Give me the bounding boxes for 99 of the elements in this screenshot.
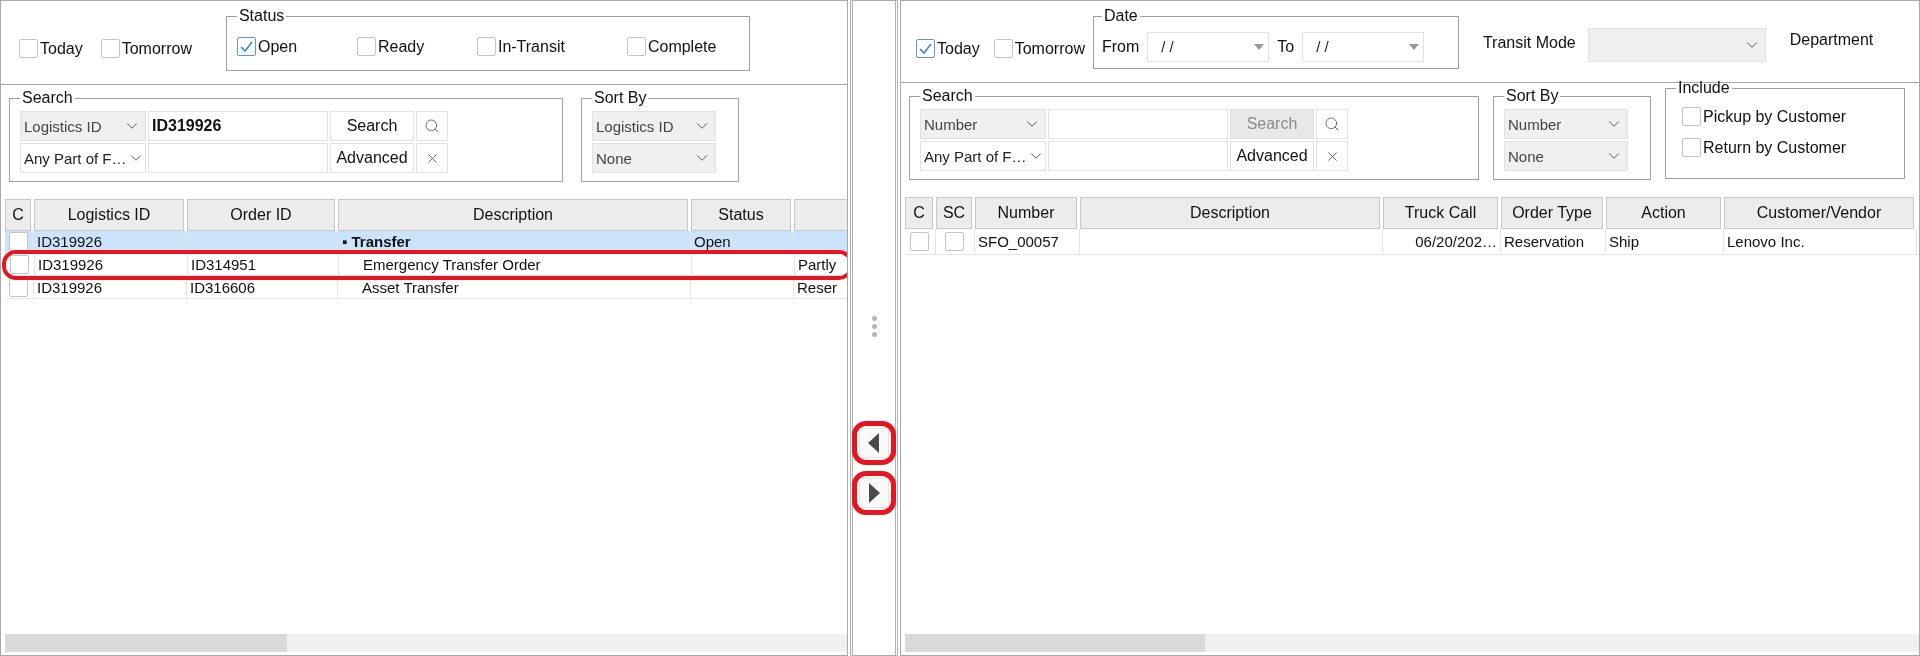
checkbox[interactable] — [626, 37, 646, 56]
checkbox[interactable] — [100, 39, 120, 58]
checkbox[interactable] — [8, 232, 28, 251]
checkbox-label: Ready — [377, 37, 425, 56]
table-row[interactable]: SFO_00057 06/20/202… Reservation Ship Lenovo Inc. — [905, 229, 1919, 255]
move-left-button[interactable] — [859, 428, 889, 458]
table-cell: ID314951 — [191, 256, 257, 273]
column-header[interactable]: Customer/Vendor — [1724, 197, 1914, 229]
table-cell: ID319926 — [38, 256, 104, 273]
checkbox-label: In-Transit — [497, 37, 565, 56]
group-title: Date — [1102, 7, 1139, 25]
splitter-grip-icon[interactable] — [871, 316, 877, 337]
table-cell: ID316606 — [190, 279, 256, 296]
field-label: From — [1101, 37, 1140, 56]
column-header[interactable]: Action — [1606, 197, 1721, 229]
checkbox[interactable] — [236, 37, 256, 56]
table-cell: ID319926 — [37, 279, 103, 296]
search-field[interactable]: ID319926 — [148, 111, 328, 141]
checkbox-label: Pickup by Customer — [1703, 107, 1847, 126]
move-right-button[interactable] — [859, 478, 889, 508]
advanced-button[interactable]: Advanced — [1230, 141, 1314, 171]
advanced-button[interactable]: Advanced — [330, 143, 414, 173]
table-cell: Lenovo Inc. — [1727, 233, 1805, 250]
group-title: Sort By — [1505, 87, 1560, 105]
checkbox[interactable] — [476, 37, 496, 56]
dropdown[interactable]: Any Part of F… — [920, 141, 1046, 171]
scrollbar[interactable] — [905, 634, 1919, 652]
checkbox[interactable] — [356, 37, 376, 56]
column-header[interactable]: C — [5, 199, 31, 231]
search-field[interactable] — [1048, 109, 1228, 139]
checkbox-label: Tomorrow — [1014, 39, 1085, 58]
search-button[interactable]: Search — [330, 111, 414, 141]
table-row[interactable]: ID319926 ▪ Transfer Open — [5, 231, 847, 253]
dropdown[interactable]: Logistics ID — [592, 111, 716, 141]
column-header[interactable]: Order ID — [187, 199, 335, 231]
table-cell: Open — [694, 233, 731, 250]
table-cell: Asset Transfer — [362, 279, 459, 296]
date-field[interactable]: / / — [1147, 31, 1270, 62]
group-title: Search — [21, 89, 74, 107]
checkbox[interactable] — [909, 232, 929, 251]
dropdown[interactable]: Any Part of F… — [20, 143, 146, 173]
dropdown[interactable]: None — [592, 143, 716, 173]
checkbox[interactable] — [944, 232, 964, 251]
table-row[interactable]: ID319926 ID314951 Emergency Transfer Order Partly — [6, 254, 847, 276]
table-cell: SFO_00057 — [978, 233, 1059, 250]
group-title: Status — [237, 7, 286, 25]
triangle-left-icon — [868, 433, 880, 453]
dropdown[interactable] — [1587, 28, 1766, 62]
checkbox[interactable] — [1682, 138, 1701, 157]
search-icon[interactable] — [1316, 109, 1348, 139]
table-cell: Reservation — [1504, 233, 1585, 250]
group-title: Include — [1677, 79, 1731, 97]
column-header[interactable]: Order Type — [1501, 197, 1603, 229]
scrollbar[interactable] — [5, 634, 847, 652]
checkbox[interactable] — [1682, 107, 1701, 126]
checkbox-label: Return by Customer — [1703, 138, 1847, 157]
column-header[interactable]: SC — [936, 197, 972, 229]
search-icon[interactable] — [416, 111, 448, 141]
column-header[interactable]: Truck Call — [1383, 197, 1498, 229]
text-field[interactable] — [1048, 141, 1228, 171]
dropdown[interactable]: Number — [1504, 109, 1628, 139]
checkbox-label: Tomorrow — [121, 39, 192, 58]
table-cell: Partly — [798, 256, 837, 273]
checkbox-label: Today — [40, 39, 83, 58]
checkbox[interactable] — [8, 278, 28, 297]
caret-icon — [1254, 43, 1265, 50]
checkbox[interactable] — [916, 39, 935, 58]
dropdown[interactable]: Logistics ID — [20, 111, 146, 141]
table-cell: Ship — [1609, 233, 1640, 250]
field-label: To — [1277, 37, 1295, 56]
table-cell: 06/20/202… — [1415, 233, 1497, 250]
group-title: Search — [921, 87, 974, 105]
table-cell: Reser — [797, 279, 837, 296]
date-field[interactable]: / / — [1302, 31, 1425, 62]
checkbox-label: Open — [257, 37, 298, 56]
clear-icon[interactable] — [416, 143, 448, 173]
clear-icon[interactable] — [1316, 141, 1348, 171]
dropdown[interactable]: None — [1504, 141, 1628, 171]
group-title: Sort By — [593, 89, 648, 107]
checkbox[interactable] — [9, 255, 29, 274]
field-label: Department — [1789, 31, 1874, 49]
checkbox-label: Complete — [647, 37, 717, 56]
dropdown[interactable]: Number — [920, 109, 1046, 139]
caret-icon — [1409, 43, 1420, 50]
checkbox[interactable] — [993, 39, 1013, 58]
column-header[interactable]: Description — [1080, 197, 1380, 229]
field-label: Transit Mode — [1482, 34, 1576, 52]
table-cell: ▪ Transfer — [342, 233, 411, 250]
column-header[interactable]: Logistics ID — [34, 199, 184, 231]
column-header[interactable]: Status — [691, 199, 791, 231]
checkbox-label: Today — [937, 39, 980, 58]
column-header[interactable]: Description — [338, 199, 688, 231]
text-field[interactable] — [148, 143, 328, 173]
column-header[interactable]: C — [905, 197, 933, 229]
checkbox[interactable] — [19, 39, 38, 58]
triangle-right-icon — [868, 483, 880, 503]
table-cell: ID319926 — [37, 233, 103, 250]
table-cell: Emergency Transfer Order — [363, 256, 541, 273]
column-header[interactable]: Number — [975, 197, 1077, 229]
